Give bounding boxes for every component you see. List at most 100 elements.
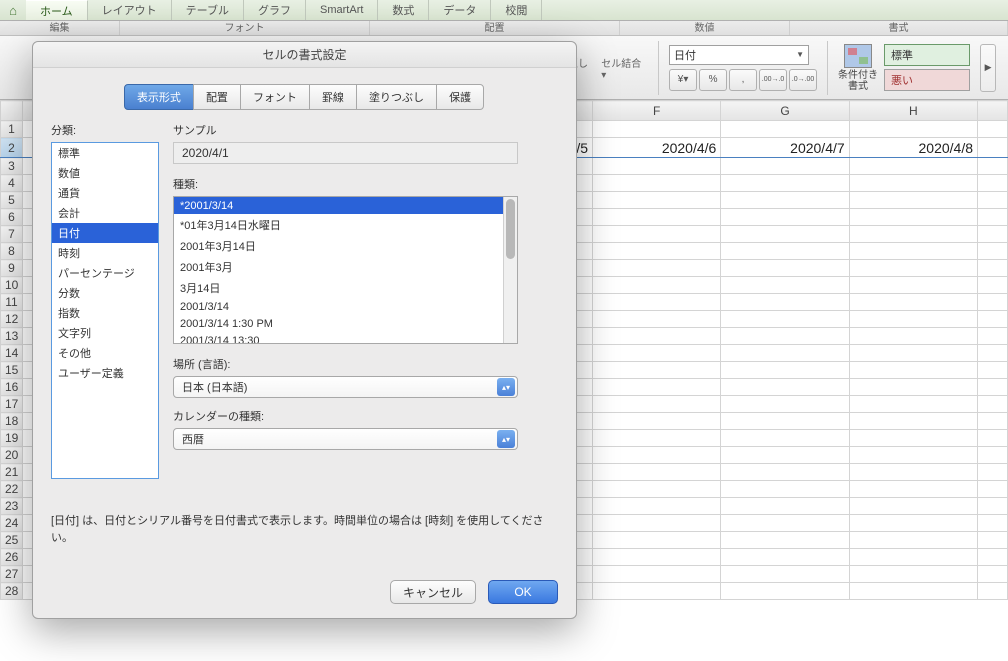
row-header[interactable]: 1 — [1, 121, 23, 138]
cell[interactable] — [593, 498, 721, 515]
category-item[interactable]: 標準 — [52, 143, 158, 163]
cell[interactable] — [978, 583, 1008, 600]
cell[interactable] — [721, 328, 849, 345]
category-item[interactable]: 文字列 — [52, 323, 158, 343]
row-header[interactable]: 2 — [1, 138, 23, 158]
type-item[interactable]: 2001/3/14 1:30 PM — [174, 315, 517, 332]
row-header[interactable]: 20 — [1, 447, 23, 464]
ribbon-tab-layout[interactable]: レイアウト — [88, 0, 172, 20]
cell[interactable] — [849, 464, 977, 481]
cell[interactable] — [978, 192, 1008, 209]
cell[interactable] — [593, 430, 721, 447]
type-item[interactable]: *01年3月14日水曜日 — [174, 214, 517, 235]
cell[interactable] — [593, 226, 721, 243]
cell[interactable] — [849, 481, 977, 498]
cell[interactable] — [849, 192, 977, 209]
cell[interactable] — [978, 430, 1008, 447]
currency-button[interactable]: ¥▾ — [669, 69, 697, 91]
cell[interactable] — [721, 464, 849, 481]
cell[interactable] — [978, 138, 1008, 158]
cell[interactable] — [849, 328, 977, 345]
cell[interactable] — [721, 413, 849, 430]
cell[interactable] — [978, 566, 1008, 583]
cell[interactable] — [593, 515, 721, 532]
cell[interactable] — [721, 311, 849, 328]
row-header[interactable]: 23 — [1, 498, 23, 515]
decrease-decimal-button[interactable]: .0→.00 — [789, 69, 817, 91]
dialog-tab-font[interactable]: フォント — [240, 84, 310, 110]
type-item[interactable]: 2001年3月 — [174, 256, 517, 277]
row-header[interactable]: 6 — [1, 209, 23, 226]
cell[interactable] — [593, 396, 721, 413]
row-header[interactable]: 18 — [1, 413, 23, 430]
cell[interactable] — [721, 379, 849, 396]
cell[interactable] — [721, 294, 849, 311]
row-header[interactable]: 11 — [1, 294, 23, 311]
cell[interactable] — [849, 430, 977, 447]
row-header[interactable]: 4 — [1, 175, 23, 192]
cell[interactable] — [849, 532, 977, 549]
cell[interactable] — [849, 447, 977, 464]
cell[interactable] — [593, 481, 721, 498]
cell[interactable] — [721, 566, 849, 583]
cell[interactable] — [849, 260, 977, 277]
cell[interactable] — [849, 413, 977, 430]
increase-decimal-button[interactable]: .00→.0 — [759, 69, 787, 91]
dialog-tab-fill[interactable]: 塗りつぶし — [356, 84, 437, 110]
row-header[interactable]: 13 — [1, 328, 23, 345]
cell[interactable] — [593, 464, 721, 481]
cell[interactable] — [593, 158, 721, 175]
cell[interactable] — [721, 158, 849, 175]
cell[interactable]: 2020/4/7 — [721, 138, 849, 158]
cell[interactable] — [978, 260, 1008, 277]
comma-button[interactable]: , — [729, 69, 757, 91]
row-header[interactable]: 15 — [1, 362, 23, 379]
ribbon-tab-smartart[interactable]: SmartArt — [306, 0, 378, 20]
type-item[interactable]: *2001/3/14 — [174, 197, 517, 214]
cell[interactable] — [721, 277, 849, 294]
type-item[interactable]: 2001/3/14 13:30 — [174, 332, 517, 344]
cell[interactable] — [978, 328, 1008, 345]
cell[interactable] — [978, 345, 1008, 362]
ribbon-tab-review[interactable]: 校閲 — [491, 0, 542, 20]
category-item[interactable]: 通貨 — [52, 183, 158, 203]
row-header[interactable]: 12 — [1, 311, 23, 328]
type-item[interactable]: 2001/3/14 — [174, 298, 517, 315]
row-header[interactable]: 16 — [1, 379, 23, 396]
cell[interactable] — [849, 158, 977, 175]
cell[interactable] — [721, 209, 849, 226]
cell[interactable] — [593, 260, 721, 277]
cell[interactable] — [593, 345, 721, 362]
style-normal[interactable]: 標準 — [884, 44, 970, 66]
dialog-tab-border[interactable]: 罫線 — [309, 84, 357, 110]
styles-more-button[interactable]: ▶ — [980, 44, 996, 92]
cell[interactable] — [593, 209, 721, 226]
cell[interactable] — [721, 396, 849, 413]
cell[interactable] — [721, 498, 849, 515]
category-list[interactable]: 標準数値通貨会計日付時刻パーセンテージ分数指数文字列その他ユーザー定義 — [51, 142, 159, 479]
cell[interactable] — [849, 583, 977, 600]
col-header-partial[interactable] — [978, 101, 1008, 121]
cell[interactable] — [978, 175, 1008, 192]
home-icon[interactable]: ⌂ — [0, 0, 26, 20]
type-item[interactable]: 3月14日 — [174, 277, 517, 298]
col-header-h[interactable]: H — [849, 101, 977, 121]
cell[interactable] — [849, 226, 977, 243]
cell[interactable] — [593, 121, 721, 138]
cell[interactable] — [849, 515, 977, 532]
category-item[interactable]: 指数 — [52, 303, 158, 323]
cell[interactable] — [721, 192, 849, 209]
cell[interactable] — [978, 243, 1008, 260]
cell[interactable] — [978, 311, 1008, 328]
ribbon-tab-data[interactable]: データ — [429, 0, 491, 20]
cell[interactable] — [978, 447, 1008, 464]
cell[interactable] — [593, 413, 721, 430]
conditional-format-button[interactable]: 条件付き 書式 — [838, 44, 878, 92]
row-header[interactable]: 19 — [1, 430, 23, 447]
percent-button[interactable]: % — [699, 69, 727, 91]
row-header[interactable]: 17 — [1, 396, 23, 413]
cell[interactable] — [721, 260, 849, 277]
cell[interactable] — [978, 226, 1008, 243]
cell[interactable] — [849, 345, 977, 362]
cell[interactable] — [593, 566, 721, 583]
